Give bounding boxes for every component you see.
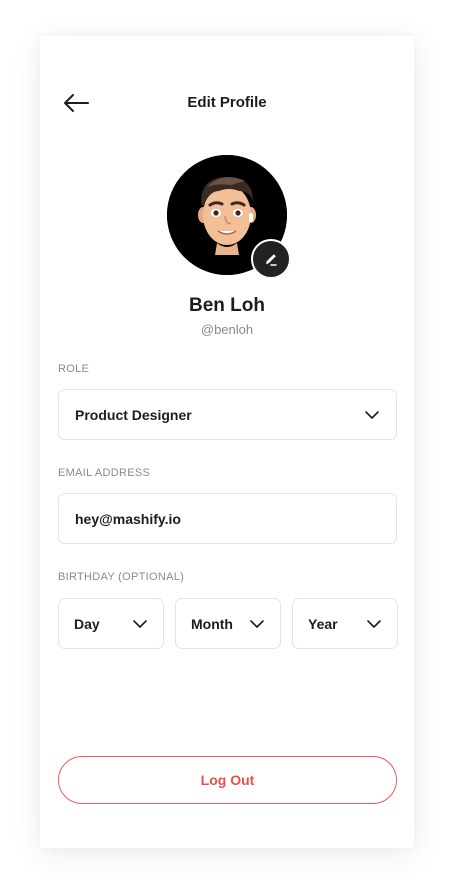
- day-select[interactable]: Day: [58, 598, 164, 649]
- chevron-down-icon: [250, 619, 264, 628]
- chevron-down-icon: [133, 619, 147, 628]
- email-field[interactable]: hey@mashify.io: [58, 493, 397, 544]
- pencil-icon: [266, 254, 277, 266]
- log-out-button[interactable]: Log Out: [58, 756, 397, 804]
- month-select[interactable]: Month: [175, 598, 281, 649]
- month-value: Month: [191, 615, 233, 632]
- email-label: EMAIL ADDRESS: [58, 467, 151, 479]
- role-select[interactable]: Product Designer: [58, 389, 397, 440]
- profile-name: Ben Loh: [189, 295, 265, 316]
- chevron-down-icon: [367, 619, 381, 628]
- page-title: Edit Profile: [187, 94, 267, 111]
- profile-handle: @benloh: [200, 322, 254, 337]
- year-value: Year: [308, 615, 338, 632]
- chevron-down-icon: [365, 410, 379, 419]
- year-select[interactable]: Year: [292, 598, 398, 649]
- avatar-container: [167, 155, 291, 279]
- email-value: hey@mashify.io: [75, 510, 181, 527]
- role-value: Product Designer: [75, 406, 192, 423]
- edit-avatar-button[interactable]: [251, 239, 291, 279]
- header: Edit Profile: [40, 88, 414, 118]
- birthday-label: BIRTHDAY (OPTIONAL): [58, 571, 185, 583]
- edit-profile-card: Edit Profile Ben Loh @benloh ROLE Produc…: [40, 36, 414, 848]
- day-value: Day: [74, 615, 100, 632]
- role-label: ROLE: [58, 363, 90, 375]
